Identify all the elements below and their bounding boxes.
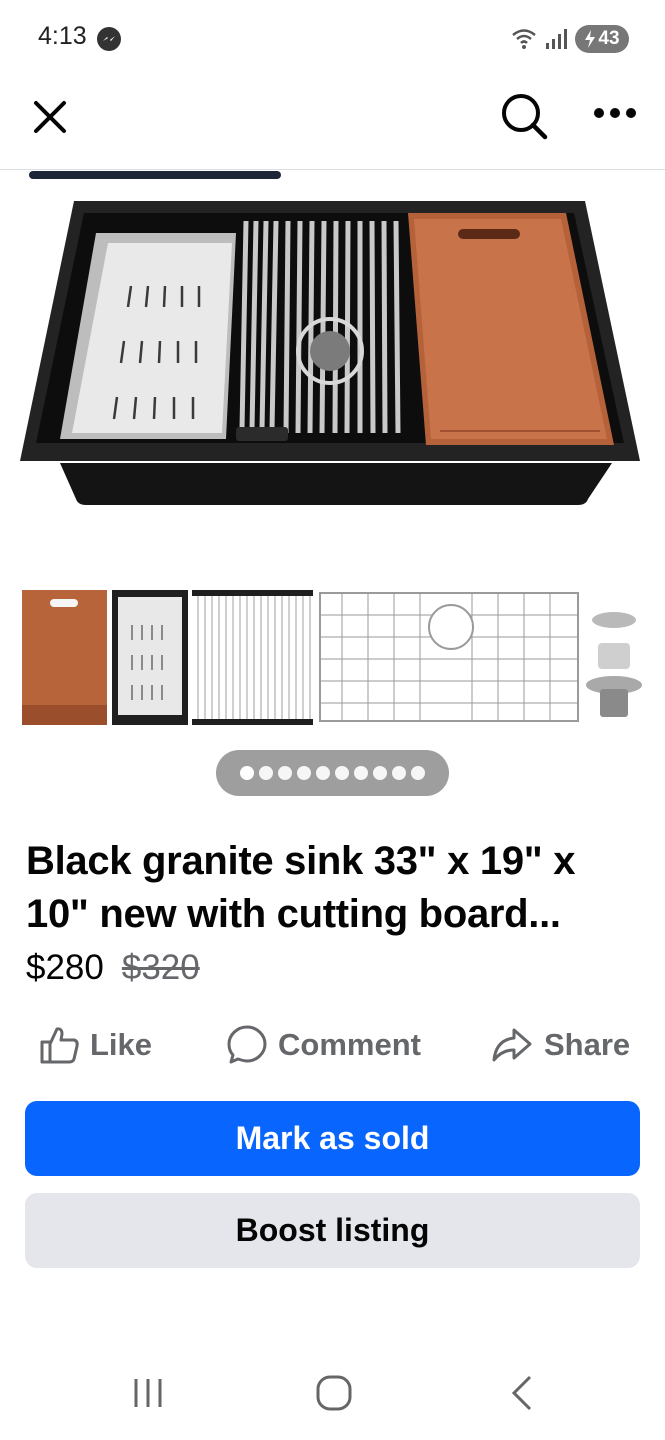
- comment-label: Comment: [278, 1027, 421, 1062]
- gallery-pagination[interactable]: [216, 750, 449, 796]
- thumbnail-bottom-grid: [319, 592, 579, 722]
- more-icon[interactable]: [593, 107, 637, 119]
- wifi-icon: [512, 29, 536, 49]
- search-icon[interactable]: [499, 91, 549, 141]
- thumbs-up-icon: [40, 1027, 79, 1064]
- system-nav-bar: [0, 1345, 665, 1440]
- recents-icon[interactable]: [130, 1375, 166, 1411]
- share-icon: [492, 1028, 532, 1062]
- original-price: $320: [121, 948, 200, 987]
- battery-charging-icon: 43: [575, 25, 629, 53]
- boost-listing-button[interactable]: Boost listing: [25, 1193, 640, 1268]
- pagination-dot[interactable]: [297, 766, 311, 780]
- thumbnail-roll-rack: [192, 590, 313, 725]
- pagination-dot[interactable]: [335, 766, 349, 780]
- pagination-dot[interactable]: [278, 766, 292, 780]
- pagination-dot[interactable]: [316, 766, 330, 780]
- like-label: Like: [90, 1027, 153, 1062]
- comment-icon: [227, 1025, 267, 1064]
- signal-icon: [546, 29, 567, 49]
- mark-as-sold-button[interactable]: Mark as sold: [25, 1101, 640, 1176]
- thumbnail-drain-strainer: [586, 612, 642, 717]
- comment-button[interactable]: Comment: [226, 1015, 421, 1075]
- status-time: 4:13: [38, 22, 87, 50]
- status-bar: 4:13 43: [0, 0, 665, 80]
- like-button[interactable]: Like: [38, 1015, 152, 1075]
- price-row: $280 $320: [26, 948, 200, 988]
- main-product-image[interactable]: [0, 171, 665, 551]
- close-icon[interactable]: [30, 97, 70, 137]
- action-row: Like Comment Share: [0, 1015, 665, 1075]
- share-button[interactable]: Share: [490, 1015, 630, 1075]
- pagination-dot[interactable]: [392, 766, 406, 780]
- pagination-dot[interactable]: [411, 766, 425, 780]
- pagination-dot[interactable]: [354, 766, 368, 780]
- status-icons: 43: [511, 24, 629, 54]
- back-icon[interactable]: [506, 1373, 536, 1413]
- pagination-dot[interactable]: [373, 766, 387, 780]
- top-nav: [0, 80, 665, 170]
- thumbnail-colander: [112, 590, 188, 725]
- share-label: Share: [544, 1027, 631, 1062]
- pagination-dot[interactable]: [240, 766, 254, 780]
- battery-level: 43: [598, 28, 620, 49]
- listing-title: Black granite sink 33" x 19" x 10" new w…: [26, 839, 576, 936]
- thumbnail-strip: [0, 585, 665, 730]
- pagination-dot[interactable]: [259, 766, 273, 780]
- listing-price: $280: [26, 948, 104, 987]
- home-icon[interactable]: [314, 1373, 354, 1413]
- thumbnail-cutting-board: [22, 590, 107, 725]
- messenger-icon: [97, 27, 121, 51]
